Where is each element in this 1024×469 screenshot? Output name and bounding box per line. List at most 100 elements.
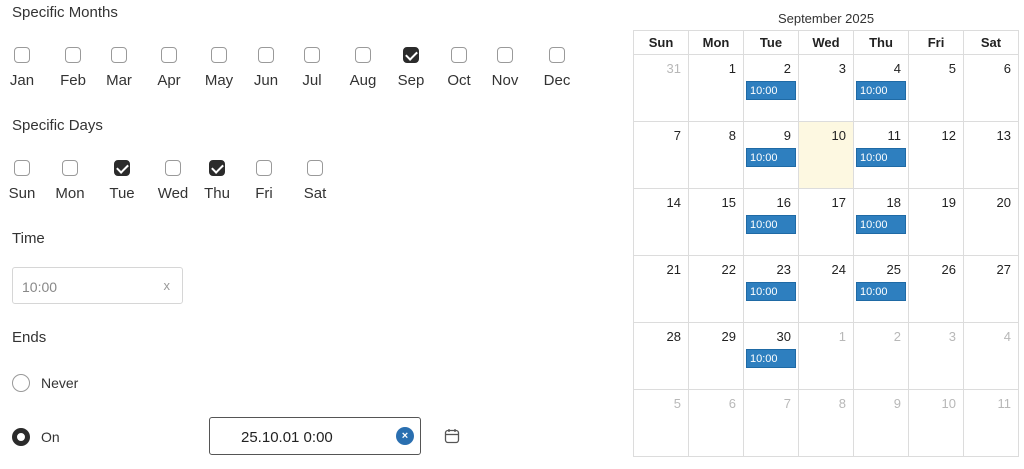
day-option-thu[interactable]: Thu xyxy=(195,160,239,202)
time-input[interactable]: 10:00 x xyxy=(12,267,183,304)
calendar-day-cell[interactable]: 19 xyxy=(909,189,964,256)
month-option-feb[interactable]: Feb xyxy=(51,47,95,89)
calendar-day-cell[interactable]: 7 xyxy=(634,122,689,189)
calendar-event[interactable]: 10:00 xyxy=(856,81,906,100)
month-option-dec[interactable]: Dec xyxy=(535,47,579,89)
calendar-day-cell[interactable]: 9 10:00 xyxy=(744,122,799,189)
month-option-oct[interactable]: Oct xyxy=(437,47,481,89)
month-checkbox-mar[interactable] xyxy=(111,47,127,63)
calendar-day-cell[interactable]: 14 xyxy=(634,189,689,256)
calendar-day-cell[interactable]: 8 xyxy=(689,122,744,189)
month-checkbox-dec[interactable] xyxy=(549,47,565,63)
calendar-day-cell[interactable]: 22 xyxy=(689,256,744,323)
calendar-day-cell[interactable]: 17 xyxy=(799,189,854,256)
calendar-day-cell[interactable]: 29 xyxy=(689,323,744,390)
calendar-day-cell[interactable]: 7 xyxy=(744,390,799,457)
day-checkbox-fri[interactable] xyxy=(256,160,272,176)
calendar-day-cell[interactable]: 27 xyxy=(964,256,1019,323)
calendar-day-cell[interactable]: 24 xyxy=(799,256,854,323)
month-option-jul[interactable]: Jul xyxy=(290,47,334,89)
day-option-fri[interactable]: Fri xyxy=(242,160,286,202)
day-option-sun[interactable]: Sun xyxy=(0,160,44,202)
calendar-day-cell[interactable]: 10 xyxy=(799,122,854,189)
calendar-event[interactable]: 10:00 xyxy=(856,148,906,167)
day-option-tue[interactable]: Tue xyxy=(100,160,144,202)
month-checkbox-apr[interactable] xyxy=(161,47,177,63)
calendar-day-cell[interactable]: 16 10:00 xyxy=(744,189,799,256)
calendar-day-cell[interactable]: 6 xyxy=(964,55,1019,122)
calendar-day-cell[interactable]: 23 10:00 xyxy=(744,256,799,323)
month-checkbox-jun[interactable] xyxy=(258,47,274,63)
day-option-wed[interactable]: Wed xyxy=(151,160,195,202)
calendar-event[interactable]: 10:00 xyxy=(746,148,796,167)
calendar-day-cell[interactable]: 21 xyxy=(634,256,689,323)
month-checkbox-nov[interactable] xyxy=(497,47,513,63)
month-option-nov[interactable]: Nov xyxy=(483,47,527,89)
month-option-aug[interactable]: Aug xyxy=(341,47,385,89)
calendar-day-cell[interactable]: 3 xyxy=(799,55,854,122)
calendar-day-cell[interactable]: 30 10:00 xyxy=(744,323,799,390)
month-checkbox-sep[interactable] xyxy=(403,47,419,63)
month-checkbox-feb[interactable] xyxy=(65,47,81,63)
calendar-day-cell[interactable]: 13 xyxy=(964,122,1019,189)
month-checkbox-may[interactable] xyxy=(211,47,227,63)
day-checkbox-wed[interactable] xyxy=(165,160,181,176)
month-checkbox-oct[interactable] xyxy=(451,47,467,63)
month-option-jun[interactable]: Jun xyxy=(244,47,288,89)
calendar-event[interactable]: 10:00 xyxy=(856,215,906,234)
calendar-day-cell[interactable]: 2 xyxy=(854,323,909,390)
calendar-event[interactable]: 10:00 xyxy=(746,215,796,234)
calendar-day-cell[interactable]: 26 xyxy=(909,256,964,323)
calendar-day-cell[interactable]: 1 xyxy=(689,55,744,122)
calendar-day-cell[interactable]: 1 xyxy=(799,323,854,390)
calendar-day-cell[interactable]: 28 xyxy=(634,323,689,390)
day-option-mon[interactable]: Mon xyxy=(48,160,92,202)
ends-never-radio[interactable] xyxy=(12,374,30,392)
end-date-input[interactable]: 25.10.01 0:00 × xyxy=(209,417,421,455)
calendar-day-cell[interactable]: 12 xyxy=(909,122,964,189)
month-option-apr[interactable]: Apr xyxy=(147,47,191,89)
calendar-event[interactable]: 10:00 xyxy=(746,282,796,301)
calendar-day-cell[interactable]: 9 xyxy=(854,390,909,457)
day-checkbox-sat[interactable] xyxy=(307,160,323,176)
ends-on-radio[interactable] xyxy=(12,428,30,446)
calendar-day-cell[interactable]: 15 xyxy=(689,189,744,256)
calendar-day-cell[interactable]: 20 xyxy=(964,189,1019,256)
month-option-may[interactable]: May xyxy=(197,47,241,89)
end-date-value[interactable]: 25.10.01 0:00 xyxy=(241,429,333,446)
day-checkbox-tue[interactable] xyxy=(114,160,130,176)
month-checkbox-jul[interactable] xyxy=(304,47,320,63)
calendar-day-cell[interactable]: 25 10:00 xyxy=(854,256,909,323)
calendar-day-cell[interactable]: 4 10:00 xyxy=(854,55,909,122)
calendar-day-cell[interactable]: 31 xyxy=(634,55,689,122)
calendar-day-cell[interactable]: 11 xyxy=(964,390,1019,457)
calendar-event[interactable]: 10:00 xyxy=(746,349,796,368)
day-option-sat[interactable]: Sat xyxy=(293,160,337,202)
month-option-sep[interactable]: Sep xyxy=(389,47,433,89)
calendar-event[interactable]: 10:00 xyxy=(856,282,906,301)
calendar-day-cell[interactable]: 5 xyxy=(634,390,689,457)
calendar-day-cell[interactable]: 5 xyxy=(909,55,964,122)
day-checkbox-mon[interactable] xyxy=(62,160,78,176)
calendar-icon[interactable] xyxy=(444,428,460,444)
end-date-clear-button[interactable]: × xyxy=(396,427,414,445)
month-checkbox-jan[interactable] xyxy=(14,47,30,63)
calendar-day-cell[interactable]: 4 xyxy=(964,323,1019,390)
calendar-day-cell[interactable]: 3 xyxy=(909,323,964,390)
calendar-day-cell[interactable]: 2 10:00 xyxy=(744,55,799,122)
calendar-day-cell[interactable]: 11 10:00 xyxy=(854,122,909,189)
calendar-day-number: 6 xyxy=(728,396,736,411)
time-clear-button[interactable]: x xyxy=(164,278,171,293)
time-value[interactable]: 10:00 xyxy=(22,279,57,295)
day-checkbox-sun[interactable] xyxy=(14,160,30,176)
calendar-day-number: 28 xyxy=(666,329,681,344)
calendar-day-cell[interactable]: 18 10:00 xyxy=(854,189,909,256)
calendar-event[interactable]: 10:00 xyxy=(746,81,796,100)
month-checkbox-aug[interactable] xyxy=(355,47,371,63)
calendar-day-cell[interactable]: 6 xyxy=(689,390,744,457)
month-option-mar[interactable]: Mar xyxy=(97,47,141,89)
month-option-jan[interactable]: Jan xyxy=(0,47,44,89)
day-checkbox-thu[interactable] xyxy=(209,160,225,176)
calendar-day-cell[interactable]: 10 xyxy=(909,390,964,457)
calendar-day-cell[interactable]: 8 xyxy=(799,390,854,457)
